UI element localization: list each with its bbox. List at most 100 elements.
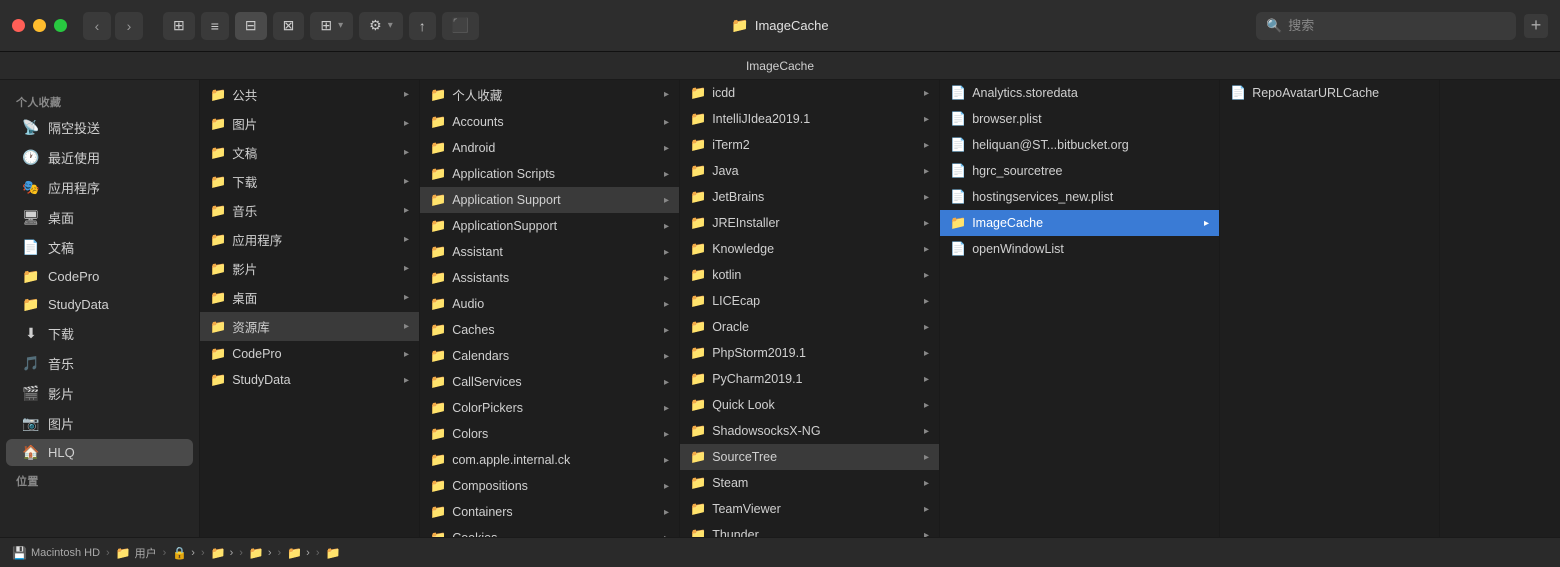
doc-icon: 📄 (950, 241, 966, 257)
sidebar-item-photos[interactable]: 📷 图片 (6, 409, 193, 438)
col-item-label: 图片 (232, 114, 398, 133)
statusbar-macintosh[interactable]: Macintosh HD (31, 547, 100, 559)
list-item[interactable]: 📁 Audio ▸ (420, 291, 679, 317)
list-item[interactable]: 📁 个人收藏 ▸ (420, 80, 679, 109)
list-item[interactable]: 📁 Calendars ▸ (420, 343, 679, 369)
list-item[interactable]: 📁 iTerm2 ▸ (680, 132, 939, 158)
list-item-sourcetree[interactable]: 📁 SourceTree ▸ (680, 444, 939, 470)
list-item[interactable]: 📁 Steam ▸ (680, 470, 939, 496)
statusbar-hlq[interactable]: › (191, 547, 195, 559)
list-item[interactable]: 📄 RepoAvatarURLCache (1220, 80, 1439, 106)
sidebar-item-desktop[interactable]: 🖥 桌面 (6, 203, 193, 232)
tag-button[interactable]: ⬛ (442, 12, 479, 40)
sidebar-item-documents[interactable]: 📄 文稿 (6, 233, 193, 262)
share-button[interactable]: ↑ (409, 12, 436, 40)
list-item[interactable]: 📁 CallServices ▸ (420, 369, 679, 395)
list-item[interactable]: 📁 Accounts ▸ (420, 109, 679, 135)
list-item[interactable]: 📁 kotlin ▸ (680, 262, 939, 288)
list-item[interactable]: 📁 Caches ▸ (420, 317, 679, 343)
list-item[interactable]: 📁 Assistant ▸ (420, 239, 679, 265)
list-item[interactable]: 📁 IntelliJIdea2019.1 ▸ (680, 106, 939, 132)
search-bar[interactable]: 🔍 (1256, 12, 1516, 40)
list-item[interactable]: 📁 Android ▸ (420, 135, 679, 161)
sidebar-item-music[interactable]: 🎵 音乐 (6, 349, 193, 378)
list-item[interactable]: 📄 openWindowList (940, 236, 1219, 262)
col-item-label: PyCharm2019.1 (712, 372, 918, 386)
view-columns-button[interactable]: ⊟ (235, 12, 267, 40)
list-item[interactable]: 📁 icdd ▸ (680, 80, 939, 106)
statusbar-user[interactable]: 用户 (135, 545, 157, 561)
list-item[interactable]: 📁 Oracle ▸ (680, 314, 939, 340)
list-item[interactable]: 📁 JREInstaller ▸ (680, 210, 939, 236)
titlebar-center: 📁 ImageCache (731, 17, 828, 34)
back-button[interactable]: ‹ (83, 12, 111, 40)
statusbar-library[interactable]: › (230, 547, 234, 559)
list-item[interactable]: 📁 Knowledge ▸ (680, 236, 939, 262)
minimize-button[interactable] (33, 19, 46, 32)
search-input[interactable] (1288, 18, 1506, 33)
list-item[interactable]: 📁 音乐 ▸ (200, 196, 419, 225)
list-item[interactable]: 📁 Cookies ▸ (420, 525, 679, 537)
list-item[interactable]: 📁 Application Scripts ▸ (420, 161, 679, 187)
plus-button[interactable]: + (1524, 14, 1548, 38)
close-button[interactable] (12, 19, 25, 32)
list-item[interactable]: 📁 公共 ▸ (200, 80, 419, 109)
arrow-icon: ▸ (664, 273, 669, 284)
forward-button[interactable]: › (115, 12, 143, 40)
list-item[interactable]: 📄 hgrc_sourcetree (940, 158, 1219, 184)
list-item[interactable]: 📄 Analytics.storedata (940, 80, 1219, 106)
list-item[interactable]: 📁 下载 ▸ (200, 167, 419, 196)
statusbar-sourcetree[interactable]: › (306, 547, 310, 559)
arrow-icon: ▸ (924, 114, 929, 125)
list-item[interactable]: 📁 ShadowsocksX-NG ▸ (680, 418, 939, 444)
sidebar-item-hlq[interactable]: 🏠 HLQ (6, 439, 193, 466)
list-item-imagecache[interactable]: 📁 ImageCache ▸ (940, 210, 1219, 236)
arrow-icon: ▸ (664, 481, 669, 492)
sidebar-item-movies[interactable]: 🎬 影片 (6, 379, 193, 408)
view-arrange-button[interactable]: ⊞ (310, 12, 353, 40)
view-list-button[interactable]: ≡ (201, 12, 229, 40)
list-item[interactable]: 📁 ApplicationSupport ▸ (420, 213, 679, 239)
list-item[interactable]: 📁 Assistants ▸ (420, 265, 679, 291)
sidebar-item-applications[interactable]: 🎭 应用程序 (6, 173, 193, 202)
list-item-appsupport[interactable]: 📁 Application Support ▸ (420, 187, 679, 213)
list-item[interactable]: 📁 ColorPickers ▸ (420, 395, 679, 421)
list-item[interactable]: 📁 图片 ▸ (200, 109, 419, 138)
sidebar-item-codepro[interactable]: 📁 CodePro (6, 263, 193, 290)
section-title: ImageCache (746, 59, 814, 73)
folder-icon: 📁 (210, 346, 226, 362)
sidebar-item-recents[interactable]: 🕐 最近使用 (6, 143, 193, 172)
list-item[interactable]: 📁 PhpStorm2019.1 ▸ (680, 340, 939, 366)
list-item[interactable]: 📁 桌面 ▸ (200, 283, 419, 312)
list-item[interactable]: 📁 StudyData ▸ (200, 367, 419, 393)
sidebar-item-downloads[interactable]: ⬇ 下载 (6, 319, 193, 348)
list-item[interactable]: 📁 影片 ▸ (200, 254, 419, 283)
folder-icon: 📁 (210, 203, 226, 219)
list-item[interactable]: 📁 CodePro ▸ (200, 341, 419, 367)
list-item[interactable]: 📁 TeamViewer ▸ (680, 496, 939, 522)
actions-button[interactable]: ⚙ (359, 12, 403, 40)
list-item[interactable]: 📄 hostingservices_new.plist (940, 184, 1219, 210)
list-item[interactable]: 📁 Thunder ▸ (680, 522, 939, 537)
list-item[interactable]: 📁 文稿 ▸ (200, 138, 419, 167)
view-coverflow-button[interactable]: ⊠ (273, 12, 305, 40)
sidebar-item-studydata[interactable]: 📁 StudyData (6, 291, 193, 318)
list-item[interactable]: 📁 应用程序 ▸ (200, 225, 419, 254)
list-item[interactable]: 📁 Containers ▸ (420, 499, 679, 525)
list-item[interactable]: 📁 LICEcap ▸ (680, 288, 939, 314)
sidebar-item-airdrop[interactable]: 📡 隔空投送 (6, 113, 193, 142)
list-item[interactable]: 📁 Colors ▸ (420, 421, 679, 447)
list-item[interactable]: 📁 Java ▸ (680, 158, 939, 184)
maximize-button[interactable] (54, 19, 67, 32)
list-item[interactable]: 📁 PyCharm2019.1 ▸ (680, 366, 939, 392)
list-item-library[interactable]: 📁 资源库 ▸ (200, 312, 419, 341)
statusbar-appsupport[interactable]: › (268, 547, 272, 559)
view-grid-button[interactable]: ⊞ (163, 12, 195, 40)
list-item[interactable]: 📁 com.apple.internal.ck ▸ (420, 447, 679, 473)
list-item[interactable]: 📁 JetBrains ▸ (680, 184, 939, 210)
list-item[interactable]: 📄 browser.plist (940, 106, 1219, 132)
list-item[interactable]: 📁 Quick Look ▸ (680, 392, 939, 418)
list-item[interactable]: 📁 Compositions ▸ (420, 473, 679, 499)
folder-icon: 📁 (210, 145, 226, 161)
list-item[interactable]: 📄 heliquan@ST...bitbucket.org (940, 132, 1219, 158)
